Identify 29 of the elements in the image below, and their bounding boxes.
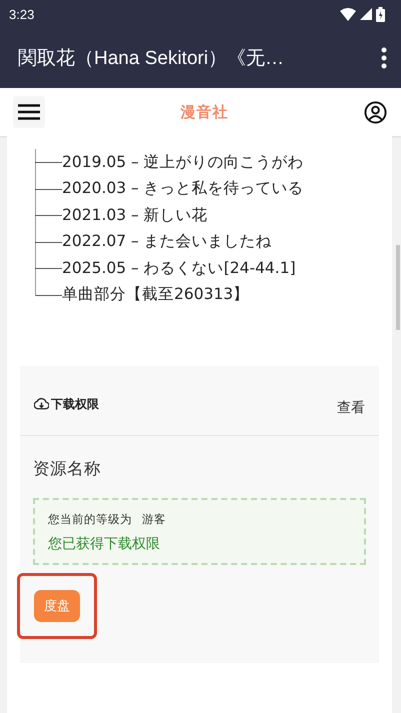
tree-connector: [35, 202, 62, 228]
more-menu-icon[interactable]: [381, 47, 387, 69]
resource-name: 资源名称: [33, 458, 102, 480]
scrollbar[interactable]: [396, 245, 400, 330]
site-logo[interactable]: 漫音社: [180, 102, 228, 122]
status-time: 3:23: [9, 6, 34, 22]
level-label: 您当前的等级为: [48, 512, 132, 527]
tree-connector: [35, 149, 62, 176]
level-value: 游客: [142, 512, 166, 527]
battery-icon: [376, 6, 385, 22]
menu-button[interactable]: [13, 96, 45, 128]
panel-title: 下载权限: [51, 396, 99, 413]
download-icon: [34, 397, 49, 412]
wifi-icon: [340, 8, 356, 20]
tree-item: 2021.03 – 新しい花: [62, 204, 208, 226]
menu-icon: [18, 104, 40, 120]
tree-connector: [35, 176, 62, 202]
app-bar-title: 関取花（Hana Sekitori）《无…: [18, 47, 284, 71]
download-button[interactable]: 度盘: [34, 590, 80, 622]
view-link[interactable]: 查看: [337, 380, 365, 435]
tree-item: 2025.05 – わるくない[24-44.1]: [62, 258, 296, 279]
tree-item: 2019.05 – 逆上がりの向こうがわ: [62, 152, 304, 173]
tree-connector: [35, 228, 62, 255]
user-icon[interactable]: [364, 100, 387, 124]
tree-item: 2022.07 – また会いましたね: [62, 231, 272, 252]
tree-item: 单曲部分【截至260313】: [62, 284, 250, 306]
signal-icon: [360, 8, 372, 20]
permission-message: 您已获得下载权限: [48, 535, 161, 553]
tree-item: 2020.03 – きっと私を待っている: [62, 178, 304, 200]
